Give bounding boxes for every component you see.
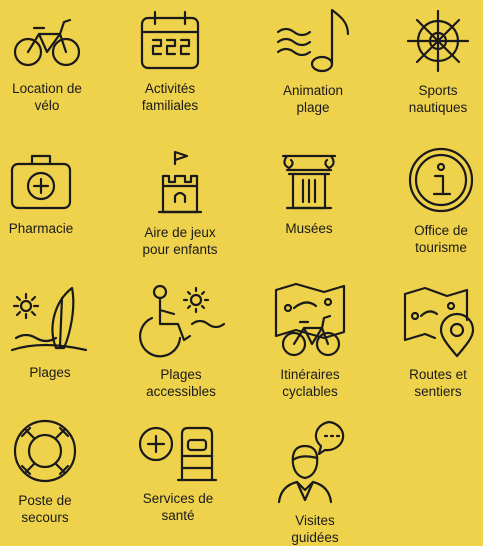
lifebuoy-icon (13, 419, 77, 483)
item-label: Animation plage (282, 83, 344, 115)
guide-speech-icon (277, 420, 345, 504)
calendar-icon (140, 10, 200, 70)
item-label: Musées (285, 221, 333, 236)
item-label: Itinéraires cyclables (280, 367, 340, 399)
wheelchair-beach-icon (139, 284, 226, 358)
item-poste-de-secours: Poste de secours (0, 418, 100, 526)
item-routes-et-sentiers: Routes et sentiers (383, 286, 483, 400)
beach-surfboard-icon (10, 286, 88, 352)
item-itineraires-cyclables: Itinéraires cyclables (255, 282, 365, 400)
item-label: Activités familiales (141, 81, 199, 113)
bicycle-icon (13, 18, 81, 67)
item-label: Poste de secours (18, 493, 72, 525)
item-pharmacie: Pharmacie (0, 150, 96, 237)
item-sports-nautiques: Sports nautiques (383, 8, 483, 116)
item-label: Office de tourisme (414, 223, 468, 255)
icon-grid: Location de vélo Activités familiales An… (0, 0, 483, 545)
item-aire-de-jeux: Aire de jeux pour enfants (125, 150, 235, 258)
item-plages-accessibles: Plages accessibles (126, 284, 236, 400)
item-location-velo: Location de vélo (0, 12, 102, 114)
item-musees: Musées (254, 150, 364, 237)
item-visites-guidees: Visites guidées (260, 420, 370, 546)
map-pin-icon (403, 286, 475, 358)
item-label: Routes et sentiers (409, 367, 467, 399)
item-label: Plages accessibles (146, 367, 216, 399)
music-note-waves-icon (276, 8, 350, 73)
item-label: Location de vélo (12, 81, 82, 113)
item-label: Services de santé (142, 491, 214, 523)
item-label: Pharmacie (8, 221, 74, 236)
item-label: Plages (29, 365, 71, 380)
item-label: Aire de jeux pour enfants (142, 225, 218, 257)
castle-icon (157, 150, 203, 214)
health-services-icon (138, 426, 218, 482)
item-animation-plage: Animation plage (258, 6, 368, 116)
item-label: Visites guidées (291, 513, 339, 545)
first-aid-kit-icon (10, 154, 72, 210)
item-label: Sports nautiques (408, 83, 468, 115)
item-plages: Plages (0, 284, 105, 381)
item-office-de-tourisme: Office de tourisme (386, 146, 483, 256)
item-activites-familiales: Activités familiales (115, 8, 225, 114)
bike-map-icon (274, 282, 346, 357)
museum-icon (281, 154, 337, 210)
ship-wheel-icon (406, 9, 470, 73)
info-icon (408, 147, 474, 213)
item-services-de-sante: Services de santé (123, 426, 233, 524)
